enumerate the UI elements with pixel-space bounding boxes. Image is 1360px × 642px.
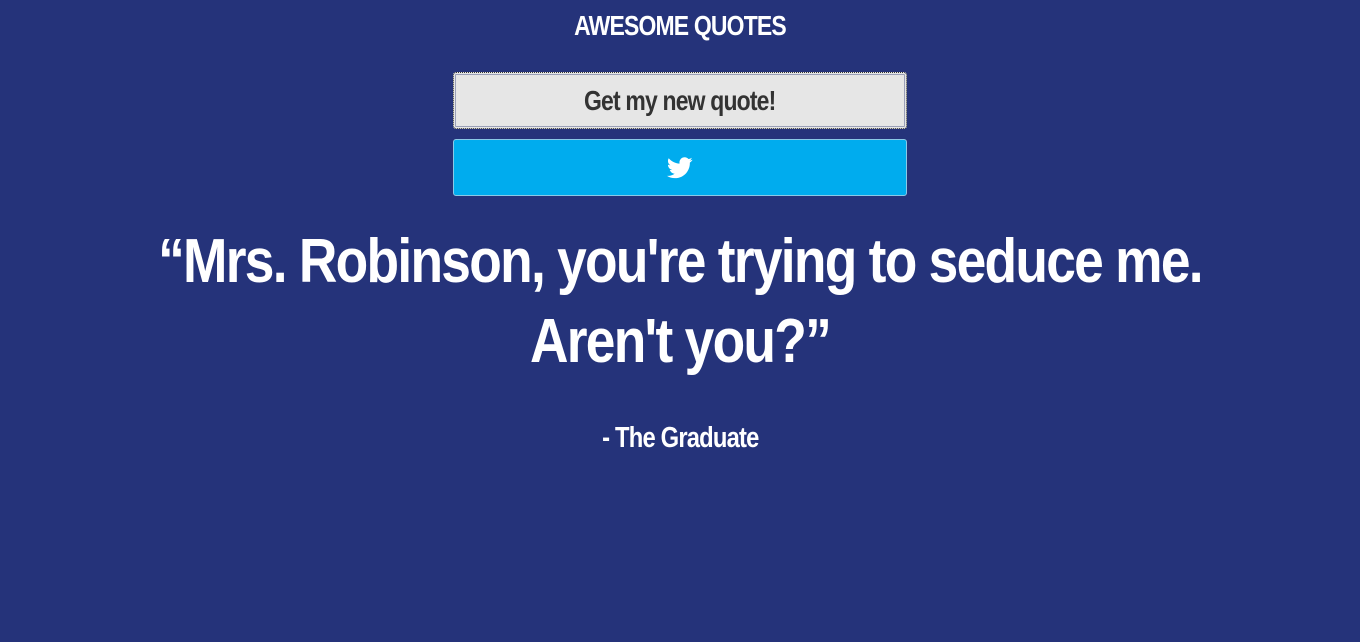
quote-page: AWESOME QUOTES Get my new quote! “Mrs. R… xyxy=(0,0,1360,642)
quote-author-content: - The Graduate xyxy=(601,422,759,454)
quote-text: “Mrs. Robinson, you're trying to seduce … xyxy=(40,222,1320,382)
new-quote-button-label: Get my new quote! xyxy=(584,85,776,116)
page-title: AWESOME QUOTES xyxy=(574,10,787,41)
twitter-bird-icon xyxy=(667,156,693,179)
tweet-button[interactable] xyxy=(453,139,907,196)
quote-text-content: “Mrs. Robinson, you're trying to seduce … xyxy=(158,227,1204,376)
quote-author: - The Graduate xyxy=(0,418,1360,458)
new-quote-button[interactable]: Get my new quote! xyxy=(453,72,907,129)
